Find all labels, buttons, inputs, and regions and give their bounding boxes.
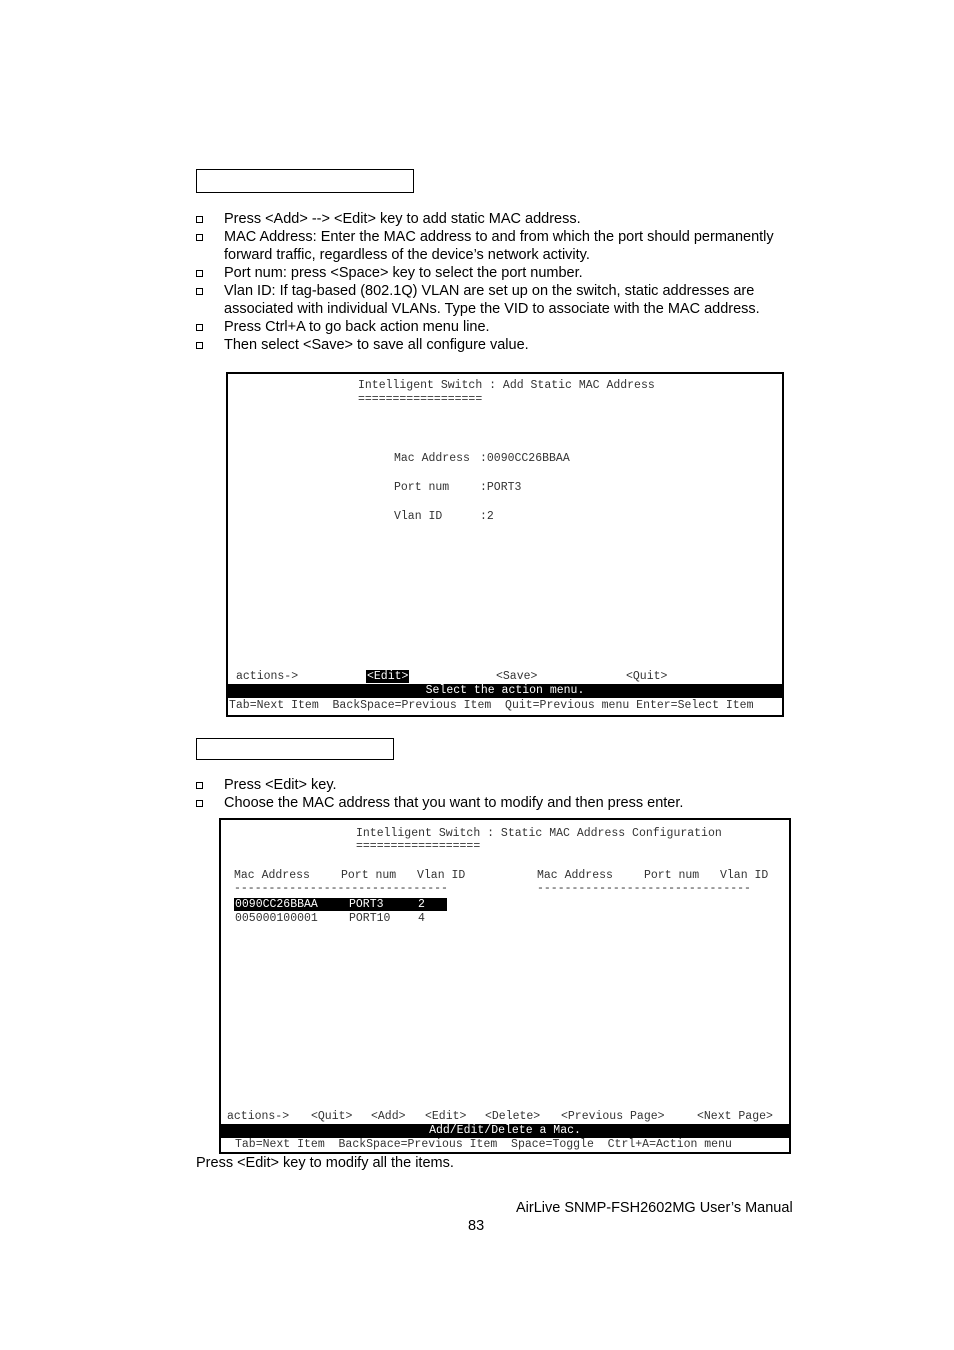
list-item: Vlan ID: If tag-based (802.1Q) VLAN are … <box>196 282 826 318</box>
action-previous-page[interactable]: <Previous Page> <box>561 1110 665 1123</box>
column-divider: ------------------------------- <box>234 882 448 895</box>
action-next-page[interactable]: <Next Page> <box>697 1110 773 1123</box>
help-line: Tab=Next Item BackSpace=Previous Item Sp… <box>235 1138 732 1151</box>
column-divider-right: ------------------------------- <box>537 882 751 895</box>
field-value-port-num[interactable]: :PORT3 <box>480 481 521 494</box>
field-value-mac-address[interactable]: :0090CC26BBAA <box>480 452 570 465</box>
list-item: Press <Add> --> <Edit> key to add static… <box>196 210 826 228</box>
screen-title: Intelligent Switch : Add Static MAC Addr… <box>358 379 655 392</box>
checkbox-bullet-icon <box>196 270 203 277</box>
list-item: Then select <Save> to save all configure… <box>196 336 826 354</box>
column-header-mac-address: Mac Address <box>234 869 310 882</box>
column-header-vlan-id-right: Vlan ID <box>720 869 769 882</box>
checkbox-bullet-icon <box>196 800 203 807</box>
column-header-mac-address-right: Mac Address <box>537 869 613 882</box>
action-delete[interactable]: <Delete> <box>485 1110 540 1123</box>
column-header-port-num: Port num <box>341 869 397 882</box>
field-label-port-num: Port num <box>394 481 450 494</box>
section-heading-box <box>196 169 414 193</box>
status-bar: Select the action menu. <box>228 684 782 698</box>
title-underline: ================== <box>358 393 483 406</box>
action-save[interactable]: <Save> <box>496 670 537 683</box>
action-quit[interactable]: <Quit> <box>626 670 667 683</box>
checkbox-bullet-icon <box>196 342 203 349</box>
help-line: Tab=Next Item BackSpace=Previous Item Qu… <box>229 699 754 712</box>
list-item: Port num: press <Space> key to select th… <box>196 264 826 282</box>
cell-mac: 0090CC26BBAA <box>235 898 318 911</box>
checkbox-bullet-icon <box>196 216 203 223</box>
manual-title: AirLive SNMP-FSH2602MG User’s Manual <box>516 1200 793 1216</box>
column-header-port-num-right: Port num <box>644 869 700 882</box>
screen-title: Intelligent Switch : Static MAC Address … <box>356 827 722 840</box>
field-value-vlan-id[interactable]: :2 <box>480 510 494 523</box>
list-item: Press Ctrl+A to go back action menu line… <box>196 318 826 336</box>
list-item: MAC Address: Enter the MAC address to an… <box>196 228 826 264</box>
status-bar: Add/Edit/Delete a Mac. <box>221 1124 789 1138</box>
table-row-selected[interactable]: 0090CC26BBAA PORT3 2 <box>234 898 447 911</box>
cell-vlan: 2 <box>418 898 425 911</box>
cell-mac: 005000100001 <box>235 912 318 925</box>
instruction-list: Press <Edit> key. Choose the MAC address… <box>196 776 826 812</box>
actions-label: actions-> <box>236 670 299 683</box>
list-item: Press <Edit> key. <box>196 776 826 794</box>
field-label-vlan-id: Vlan ID <box>394 510 443 523</box>
caption: Press <Edit> key to modify all the items… <box>196 1155 454 1171</box>
instruction-list: Press <Add> --> <Edit> key to add static… <box>196 210 826 354</box>
checkbox-bullet-icon <box>196 324 203 331</box>
table-row[interactable]: 005000100001 PORT10 4 <box>234 912 447 925</box>
action-quit[interactable]: <Quit> <box>311 1110 352 1123</box>
action-edit[interactable]: <Edit> <box>425 1110 466 1123</box>
cell-vlan: 4 <box>418 912 425 925</box>
cell-port: PORT10 <box>349 912 391 925</box>
actions-label: actions-> <box>227 1110 290 1123</box>
section-heading-box <box>196 738 394 760</box>
field-label-mac-address: Mac Address <box>394 452 470 465</box>
action-edit[interactable]: <Edit> <box>366 670 410 683</box>
action-add[interactable]: <Add> <box>371 1110 406 1123</box>
terminal-static-mac-config: Intelligent Switch : Static MAC Address … <box>219 818 791 1154</box>
checkbox-bullet-icon <box>196 288 203 295</box>
cell-port: PORT3 <box>349 898 384 911</box>
terminal-add-static-mac: Intelligent Switch : Add Static MAC Addr… <box>226 372 784 717</box>
column-header-vlan-id: Vlan ID <box>417 869 466 882</box>
list-item: Choose the MAC address that you want to … <box>196 794 826 812</box>
checkbox-bullet-icon <box>196 782 203 789</box>
title-underline: ================== <box>356 840 481 853</box>
checkbox-bullet-icon <box>196 234 203 241</box>
page-number: 83 <box>468 1218 485 1234</box>
